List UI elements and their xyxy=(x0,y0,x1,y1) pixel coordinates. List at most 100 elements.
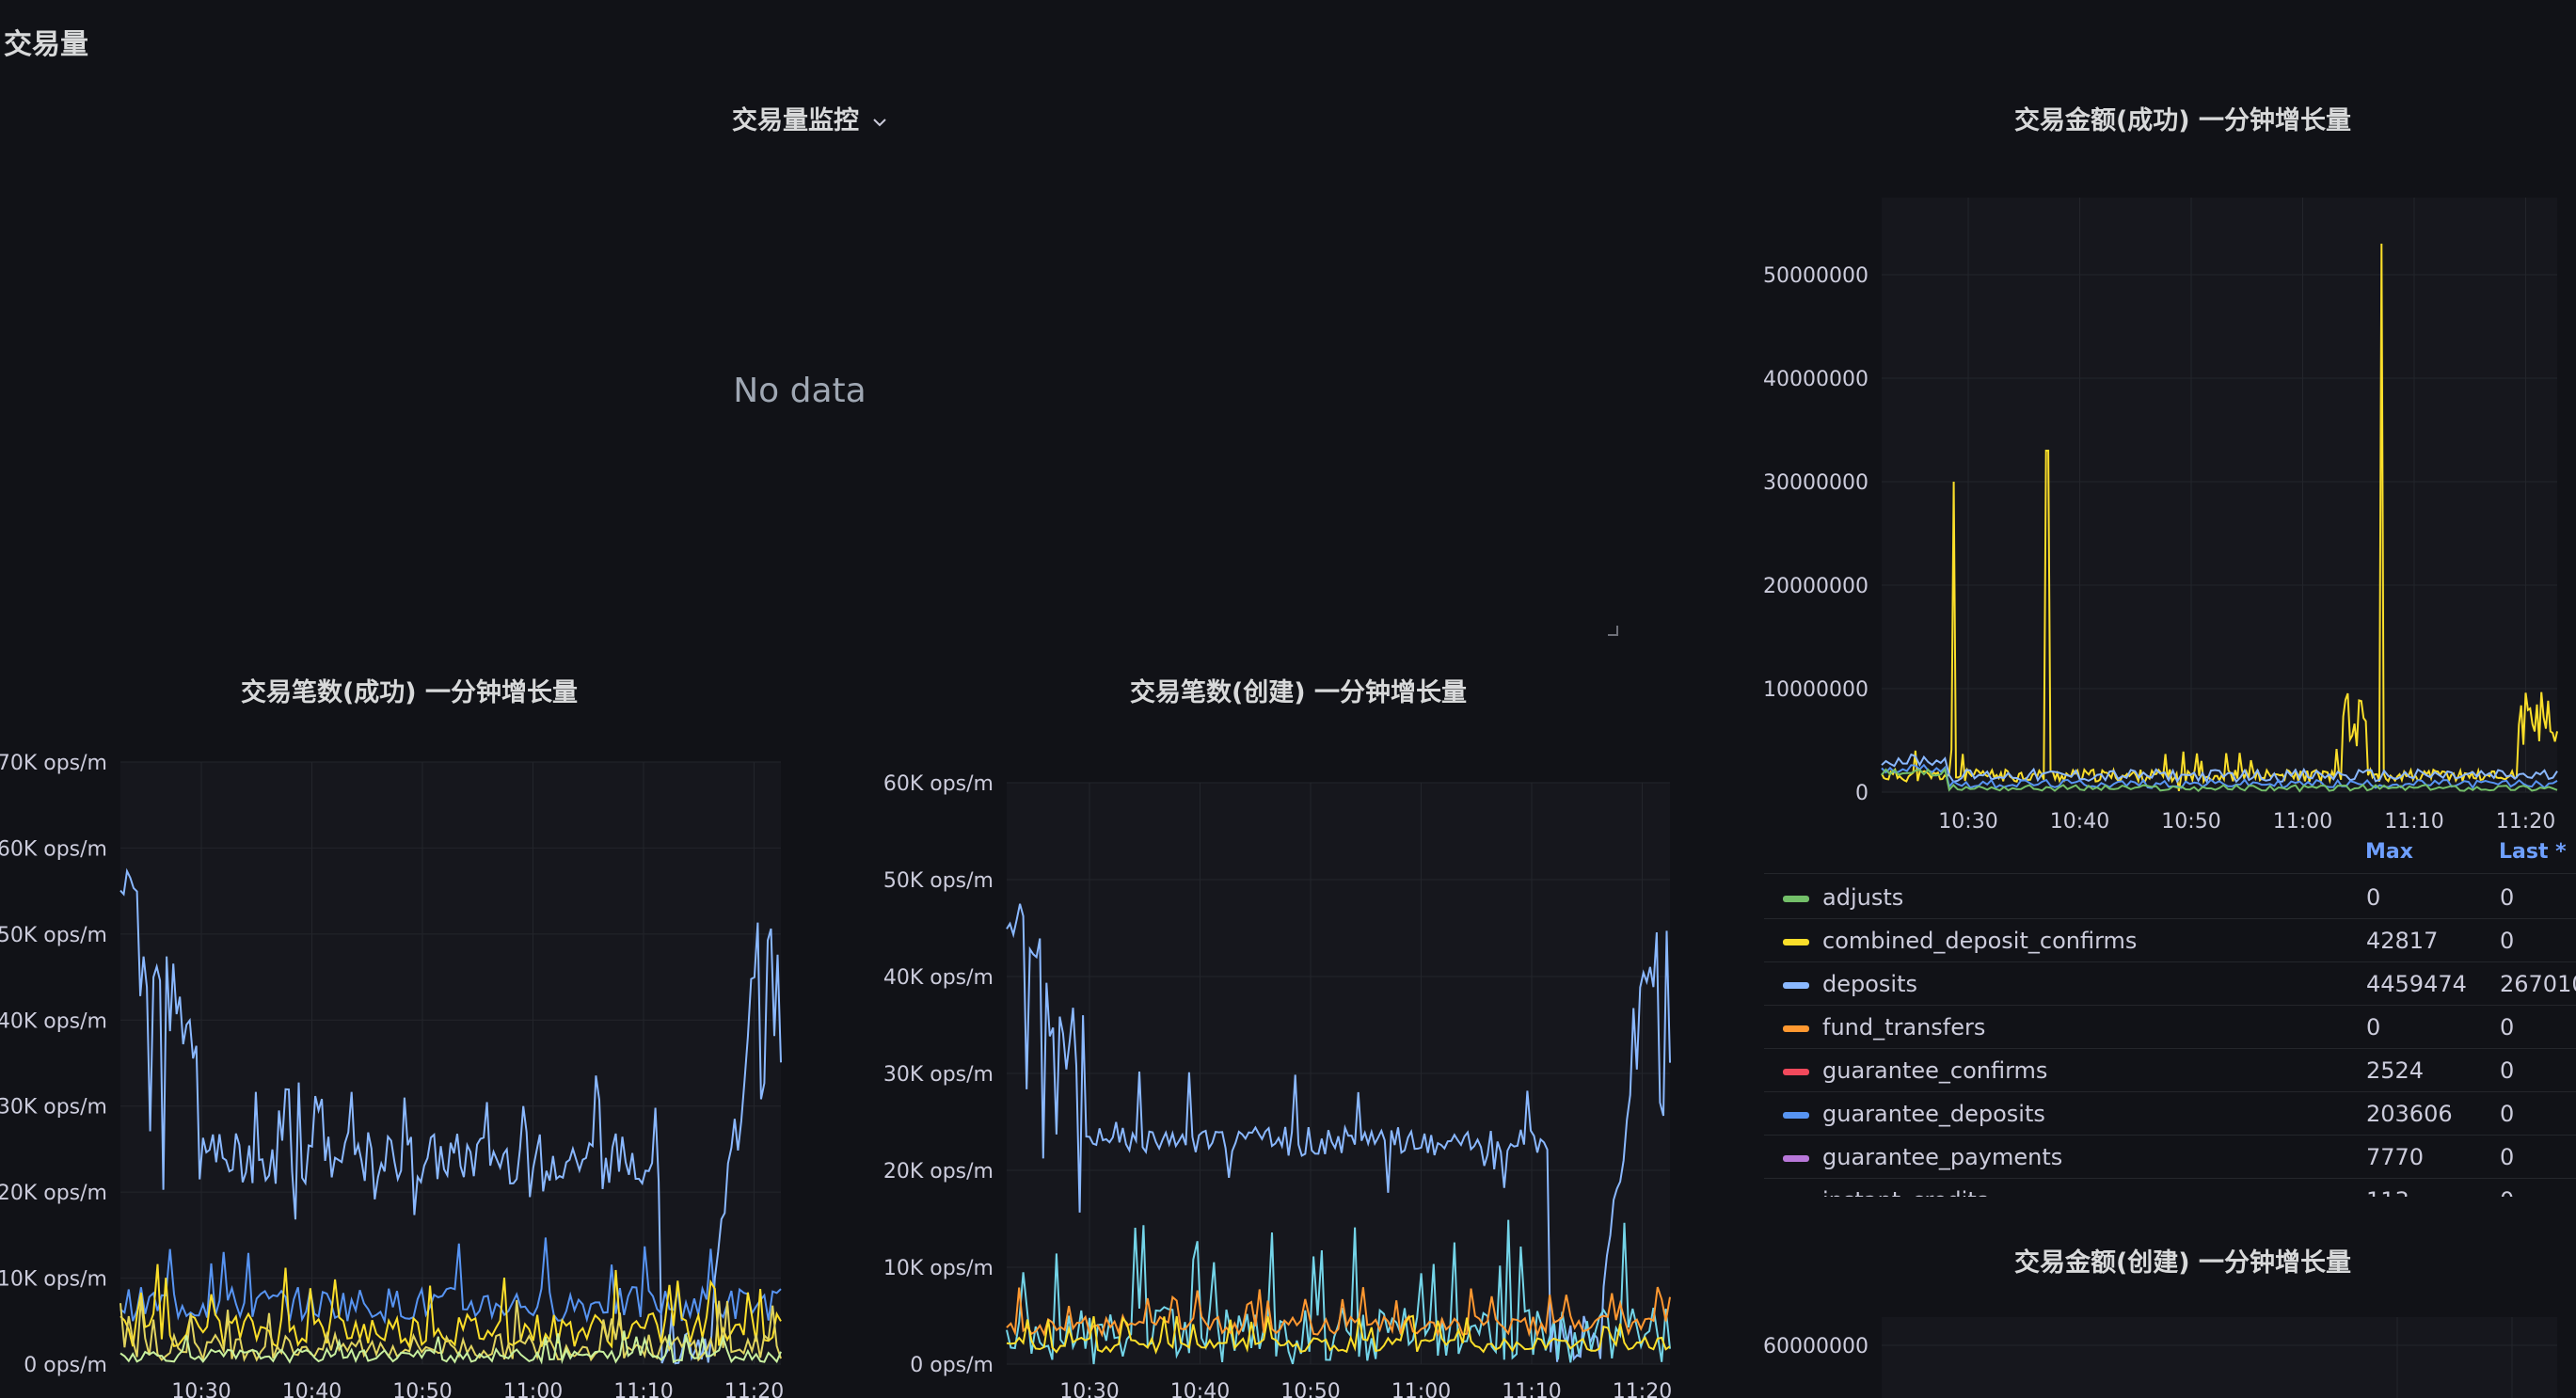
y-tick-label: 60000000 xyxy=(1763,1335,1868,1358)
legend-row[interactable]: fund_transfers 0 0 xyxy=(1764,1005,2576,1049)
y-tick-label: 40K ops/m xyxy=(0,1009,107,1033)
legend-last-value: 0 xyxy=(2500,1187,2514,1197)
legend-row[interactable]: combined_deposit_confirms 42817 0 xyxy=(1764,918,2576,962)
plot-area xyxy=(120,762,781,1364)
chart-created-amount[interactable]: 60000000 xyxy=(1759,1308,2576,1398)
legend-series-name: combined_deposit_confirms xyxy=(1822,928,2138,954)
x-tick-label: 10:50 xyxy=(2161,810,2220,834)
y-tick-label: 20K ops/m xyxy=(0,1182,107,1205)
y-tick-label: 0 xyxy=(1855,782,1868,805)
y-tick-label: 50000000 xyxy=(1763,264,1868,288)
legend-last-value: 0 xyxy=(2500,1101,2515,1127)
x-tick-label: 11:20 xyxy=(724,1380,784,1398)
panel-title-created-amount[interactable]: 交易金额(创建) 一分钟增长量 xyxy=(1769,1242,2576,1279)
y-tick-label: 40000000 xyxy=(1763,368,1868,391)
legend-last-value: 0 xyxy=(2500,1014,2515,1041)
legend-color-swatch xyxy=(1783,1155,1809,1162)
x-tick-label: 10:30 xyxy=(1938,810,1997,834)
x-tick-label: 10:50 xyxy=(392,1380,452,1398)
y-tick-label: 30K ops/m xyxy=(883,1063,994,1087)
legend-max-value: 42817 xyxy=(2366,928,2439,954)
y-tick-label: 10K ops/m xyxy=(0,1268,107,1292)
legend-max-value: 2524 xyxy=(2366,1057,2425,1084)
x-tick-label: 11:00 xyxy=(503,1380,563,1398)
legend-color-swatch xyxy=(1783,1069,1809,1075)
legend-series-name: adjusts xyxy=(1822,884,1904,911)
legend-max-value: 113 xyxy=(2366,1187,2409,1197)
x-tick-label: 11:10 xyxy=(613,1380,673,1398)
x-tick-label: 10:30 xyxy=(1059,1380,1119,1398)
legend-series-name: guarantee_payments xyxy=(1822,1144,2063,1170)
x-tick-label: 11:20 xyxy=(2496,810,2555,834)
legend-row[interactable]: adjusts 0 0 xyxy=(1764,875,2576,919)
legend-max-value: 7770 xyxy=(2366,1144,2425,1170)
legend-last-value: 0 xyxy=(2500,928,2515,954)
legend-last-value: 267010 xyxy=(2500,971,2576,997)
y-tick-label: 50K ops/m xyxy=(883,869,994,893)
legend-max-value: 4459474 xyxy=(2366,971,2467,997)
legend-last-value: 0 xyxy=(2500,1144,2515,1170)
y-tick-label: 50K ops/m xyxy=(0,924,107,947)
no-data-message: No data xyxy=(733,372,867,410)
y-tick-label: 30000000 xyxy=(1763,471,1868,495)
legend-header-last[interactable]: Last * xyxy=(2499,840,2567,864)
legend-row[interactable]: guarantee_confirms 2524 0 xyxy=(1764,1048,2576,1092)
y-tick-label: 0 ops/m xyxy=(910,1354,994,1377)
legend-max-value: 0 xyxy=(2366,1014,2381,1041)
chart-success-amount[interactable]: 50000000 40000000 30000000 20000000 10000000… xyxy=(1759,188,2576,847)
x-tick-label: 11:00 xyxy=(1391,1380,1451,1398)
x-tick-label: 10:40 xyxy=(282,1380,342,1398)
y-tick-label: 40K ops/m xyxy=(883,966,994,990)
x-tick-label: 11:20 xyxy=(1613,1380,1672,1398)
plot-area xyxy=(1882,1317,2557,1398)
x-tick-label: 11:10 xyxy=(2384,810,2443,834)
y-tick-label: 60K ops/m xyxy=(883,772,994,796)
legend-table[interactable]: adjusts 0 0 combined_deposit_confirms 42817 0… xyxy=(1764,875,2576,1197)
panel-resize-handle[interactable] xyxy=(1608,626,1618,636)
x-tick-label: 10:40 xyxy=(1170,1380,1230,1398)
legend-max-value: 0 xyxy=(2366,884,2381,911)
chevron-down-icon[interactable] xyxy=(867,106,888,135)
x-tick-label: 11:00 xyxy=(2273,810,2332,834)
panel-title-text: 交易量监控 xyxy=(732,106,859,135)
y-tick-label: 20K ops/m xyxy=(883,1160,994,1184)
y-tick-label: 10000000 xyxy=(1763,678,1868,702)
y-tick-label: 70K ops/m xyxy=(0,752,107,775)
panel-title-success-amount[interactable]: 交易金额(成功) 一分钟增长量 xyxy=(1769,100,2576,136)
panel-title-monitor[interactable]: 交易量监控 xyxy=(732,100,888,136)
y-tick-label: 60K ops/m xyxy=(0,837,107,861)
legend-max-value: 203606 xyxy=(2366,1101,2453,1127)
legend-last-value: 0 xyxy=(2500,884,2515,911)
x-tick-label: 10:50 xyxy=(1280,1380,1340,1398)
legend-color-swatch xyxy=(1783,896,1809,902)
y-tick-label: 0 ops/m xyxy=(24,1354,107,1377)
legend-series-name: deposits xyxy=(1822,971,1918,997)
legend-row[interactable]: guarantee_deposits 203606 0 xyxy=(1764,1091,2576,1136)
x-tick-label: 11:10 xyxy=(1502,1380,1561,1398)
plot-area xyxy=(1882,198,2557,792)
legend-color-swatch xyxy=(1783,939,1809,945)
x-tick-label: 10:30 xyxy=(171,1380,231,1398)
legend-row[interactable]: deposits 4459474 267010 xyxy=(1764,961,2576,1006)
legend-series-name: guarantee_deposits xyxy=(1822,1101,2045,1127)
y-tick-label: 20000000 xyxy=(1763,575,1868,598)
legend-row[interactable]: guarantee_payments 7770 0 xyxy=(1764,1135,2576,1179)
legend-last-value: 0 xyxy=(2500,1057,2515,1084)
legend-color-swatch xyxy=(1783,982,1809,989)
legend-row[interactable]: instant_credits 113 0 xyxy=(1764,1178,2576,1197)
row-title[interactable]: 交易量 xyxy=(4,21,88,62)
panel-title-success-count[interactable]: 交易笔数(成功) 一分钟增长量 xyxy=(0,672,819,708)
y-tick-label: 30K ops/m xyxy=(0,1096,107,1120)
legend-series-name: guarantee_confirms xyxy=(1822,1057,2048,1084)
legend-header-max[interactable]: Max xyxy=(2365,840,2413,864)
legend-color-swatch xyxy=(1783,1112,1809,1119)
panel-title-created-count[interactable]: 交易笔数(创建) 一分钟增长量 xyxy=(884,672,1712,708)
chart-success-count[interactable]: 70K ops/m 60K ops/m 50K ops/m 40K ops/m 30K … xyxy=(0,743,790,1398)
legend-series-name: fund_transfers xyxy=(1822,1014,1986,1041)
x-tick-label: 10:40 xyxy=(2050,810,2109,834)
legend-series-name: instant_credits xyxy=(1822,1187,1988,1197)
y-tick-label: 10K ops/m xyxy=(883,1257,994,1280)
legend-divider xyxy=(1764,873,2576,874)
chart-created-count[interactable]: 60K ops/m 50K ops/m 40K ops/m 30K ops/m 20K … xyxy=(875,753,1675,1398)
legend-color-swatch xyxy=(1783,1025,1809,1032)
